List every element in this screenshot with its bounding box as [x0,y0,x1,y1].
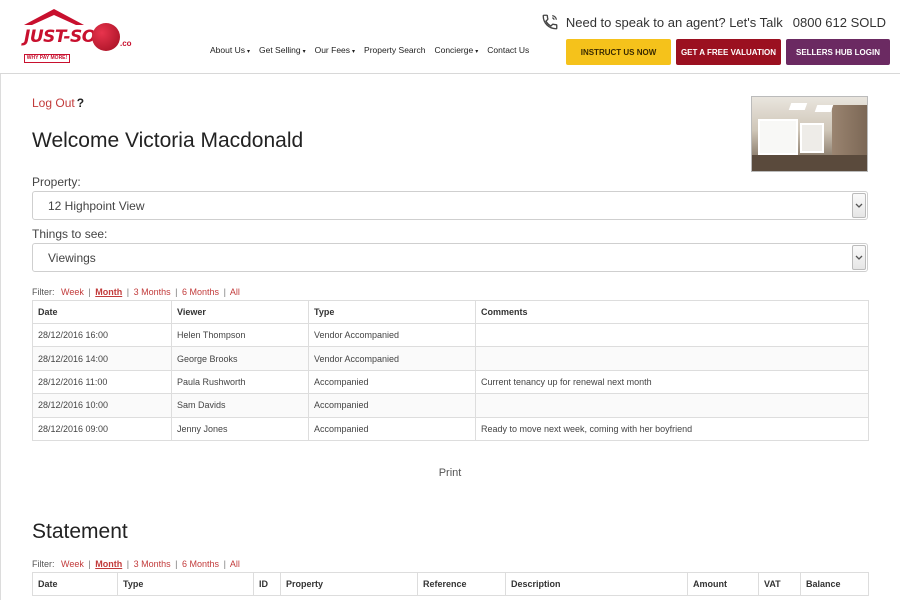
column-header: Type [117,572,254,596]
contact-bar: Need to speak to an agent? Let's Talk 08… [540,12,886,32]
logo-ball [92,23,120,51]
instruct-us-button[interactable]: INSTRUCT US NOW [566,39,671,65]
things-to-see-label: Things to see: [32,227,108,241]
contact-phone-number[interactable]: 0800 612 SOLD [793,15,886,30]
chevron-down-icon: ▾ [246,49,250,55]
cell-date: 28/12/2016 11:00 [32,369,172,395]
cell-comments: Ready to move next week, coming with her… [475,416,869,441]
cell-type: Vendor Accompanied [308,346,476,371]
nav-property-search[interactable]: Property Search [364,45,425,55]
cell-viewer: George Brooks [171,346,309,371]
filter-month[interactable]: Month [95,287,122,297]
cell-type: Accompanied [308,369,476,395]
phone-icon [540,12,560,32]
cell-comments: Current tenancy up for renewal next mont… [475,369,869,395]
column-header: ID [253,572,281,596]
column-header: Date [32,300,172,324]
table-row: 28/12/2016 14:00 George Brooks Vendor Ac… [32,346,869,371]
left-divider [0,74,1,600]
logout-help-icon[interactable]: ? [77,96,84,110]
cell-date: 28/12/2016 14:00 [32,346,172,371]
table-row: 28/12/2016 11:00 Paula Rushworth Accompa… [32,369,869,395]
cell-comments [475,322,869,348]
logo-tagline: WHY PAY MORE! [24,54,70,63]
chevron-down-icon: ▾ [302,49,306,55]
property-label: Property: [32,175,81,189]
chevron-down-icon[interactable] [852,193,866,218]
filter-6-months[interactable]: 6 Months [182,287,219,297]
cell-viewer: Helen Thompson [171,322,309,348]
filter-6-months[interactable]: 6 Months [182,559,219,569]
cell-date: 28/12/2016 10:00 [32,393,172,418]
filter-label: Filter: [32,559,55,569]
chevron-down-icon[interactable] [852,245,866,270]
site-logo[interactable]: JUST-SOLD .co WHY PAY MORE! [22,9,132,65]
contact-text: Need to speak to an agent? Let's Talk [565,14,783,30]
logout-link[interactable]: Log Out? [32,96,84,110]
column-header: Amount [687,572,759,596]
nav-our-fees[interactable]: Our Fees ▾ [315,45,355,55]
cell-type: Accompanied [308,393,476,418]
filter-all[interactable]: All [230,559,240,569]
chevron-down-icon: ▾ [475,49,479,55]
table-row: 28/12/2016 16:00 Helen Thompson Vendor A… [32,322,869,348]
nav-about-us[interactable]: About Us ▾ [210,45,250,55]
property-select-value: 12 Highpoint View [48,198,145,213]
column-header: Balance [800,572,869,596]
cell-type: Vendor Accompanied [308,322,476,348]
table-row: 28/12/2016 09:00 Jenny Jones Accompanied… [32,416,869,441]
cell-type: Accompanied [308,416,476,441]
statement-filter: Filter: Week | Month | 3 Months | 6 Mont… [32,559,240,569]
things-to-see-value: Viewings [48,250,96,265]
main-nav: About Us ▾ Get Selling ▾ Our Fees ▾ Propert… [210,45,529,55]
table-header-row: Date Type ID Property Reference Descript… [32,572,869,596]
site-header: JUST-SOLD .co WHY PAY MORE! Need to spea… [0,0,900,74]
nav-contact-us[interactable]: Contact Us [487,45,529,55]
property-select[interactable]: 12 Highpoint View [32,191,868,220]
chevron-down-icon: ▾ [352,49,356,55]
cell-comments [475,346,869,371]
nav-concierge[interactable]: Concierge ▾ [434,45,478,55]
filter-label: Filter: [32,287,55,297]
statement-table: Date Type ID Property Reference Descript… [32,572,869,596]
cell-comments [475,393,869,418]
column-header: Reference [417,572,506,596]
cell-date: 28/12/2016 16:00 [32,322,172,348]
column-header: Property [280,572,418,596]
page-title: Welcome Victoria Macdonald [32,129,304,152]
table-header-row: Date Viewer Type Comments [32,300,869,324]
cell-date: 28/12/2016 09:00 [32,416,172,441]
filter-3-months[interactable]: 3 Months [134,287,171,297]
logo-suffix: .co [120,39,132,48]
viewings-filter: Filter: Week | Month | 3 Months | 6 Mont… [32,287,240,297]
print-area: Print [0,467,900,479]
filter-all[interactable]: All [230,287,240,297]
things-to-see-select[interactable]: Viewings [32,243,868,272]
cell-viewer: Jenny Jones [171,416,309,441]
nav-get-selling[interactable]: Get Selling ▾ [259,45,306,55]
column-header: Description [505,572,688,596]
filter-week[interactable]: Week [61,287,84,297]
cell-viewer: Sam Davids [171,393,309,418]
column-header: Date [32,572,118,596]
free-valuation-button[interactable]: GET A FREE VALUATION [676,39,781,65]
print-button[interactable]: Print [439,467,462,479]
column-header: Comments [475,300,869,324]
column-header: VAT [758,572,801,596]
filter-week[interactable]: Week [61,559,84,569]
viewings-table: Date Viewer Type Comments 28/12/2016 16:… [32,300,869,441]
column-header: Viewer [171,300,309,324]
filter-month[interactable]: Month [95,559,122,569]
property-photo [751,96,868,172]
sellers-hub-login-button[interactable]: SELLERS HUB LOGIN [786,39,890,65]
column-header: Type [308,300,476,324]
statement-title: Statement [32,520,128,543]
table-row: 28/12/2016 10:00 Sam Davids Accompanied [32,393,869,418]
filter-3-months[interactable]: 3 Months [134,559,171,569]
cell-viewer: Paula Rushworth [171,369,309,395]
